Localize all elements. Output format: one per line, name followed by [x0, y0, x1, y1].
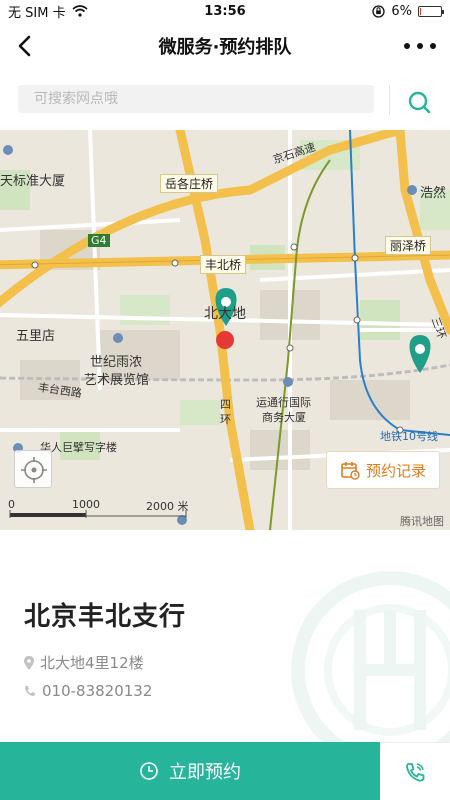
booking-records-label: 预约记录: [365, 461, 426, 480]
search-input[interactable]: [18, 85, 374, 113]
map-label: 丽泽桥: [385, 236, 432, 255]
nav-bar: 微服务·预约排队: [0, 22, 450, 70]
app-screen: 无 SIM 卡 13:56 6% 微服务·预约排队 可搜索网点哦 天标准大厦 岳…: [0, 0, 450, 800]
branch-phone[interactable]: 010-83820132: [24, 682, 152, 700]
map-scale: 0 1000 2000 米: [8, 498, 198, 522]
scale-label: 2000 米: [146, 500, 189, 513]
status-bar: 无 SIM 卡 13:56 6%: [0, 0, 450, 22]
map-provider-logo: 腾讯地图: [400, 515, 444, 528]
carrier-label: 无 SIM 卡: [8, 5, 66, 21]
map-view[interactable]: 天标准大厦 岳各庄桥 京石高速 浩然 G4 丰北桥 丽泽桥 五里店 北大地 世纪…: [0, 130, 450, 530]
map-label: 丰北桥: [200, 255, 247, 274]
phone-call-icon: [406, 762, 425, 781]
bottom-action-bar: 立即预约: [0, 742, 450, 800]
branch-name: 北京丰北支行: [24, 602, 187, 632]
booking-records-button[interactable]: 预约记录: [326, 451, 440, 489]
map-label: 世纪雨浓: [90, 355, 143, 370]
battery-percent: 6%: [391, 3, 412, 19]
more-dots-icon[interactable]: [404, 34, 436, 58]
map-label: 岳各庄桥: [160, 174, 219, 193]
book-now-label: 立即预约: [169, 762, 241, 783]
map-label: 天标准大厦: [0, 174, 66, 189]
scale-label: 0: [8, 498, 15, 511]
current-location-dot: [216, 331, 234, 349]
location-pin-icon: [24, 655, 34, 670]
map-label: 浩然: [420, 186, 447, 201]
branch-address-text: 北大地4里12楼: [40, 654, 144, 672]
phone-icon: [25, 686, 35, 696]
search-bar: [0, 72, 450, 130]
map-label: 运通行国际: [256, 396, 311, 409]
search-icon[interactable]: [400, 86, 440, 118]
chevron-left-icon[interactable]: [12, 32, 40, 60]
branch-phone-text: 010-83820132: [42, 682, 153, 700]
bank-emblem-watermark: [291, 571, 450, 742]
branch-address: 北大地4里12楼: [24, 652, 144, 673]
search-divider: [389, 85, 390, 115]
locate-button[interactable]: [14, 450, 52, 488]
wifi-icon: [72, 5, 88, 17]
crosshair-icon: [21, 457, 47, 483]
map-label: 五里店: [16, 329, 56, 344]
map-label: 环: [220, 413, 231, 426]
call-branch-button[interactable]: [380, 742, 450, 800]
page-title: 微服务·预约排队: [158, 37, 292, 58]
calendar-clock-icon: [341, 462, 360, 480]
branch-marker-2[interactable]: [409, 335, 431, 373]
map-label: 地铁10号线: [380, 430, 438, 443]
map-label: 艺术展览馆: [84, 373, 150, 388]
clock-icon: [140, 762, 158, 780]
highway-shield: G4: [88, 234, 110, 247]
map-label: 商务大厦: [262, 411, 306, 424]
scale-label: 1000: [72, 498, 100, 511]
orientation-lock-icon: [372, 4, 386, 18]
map-label: 北大地: [204, 306, 246, 322]
battery-icon: [418, 5, 444, 17]
map-label: 四: [220, 398, 231, 411]
branch-info-panel: 北京丰北支行 北大地4里12楼 010-83820132: [0, 530, 450, 742]
book-now-button[interactable]: 立即预约: [0, 742, 380, 800]
